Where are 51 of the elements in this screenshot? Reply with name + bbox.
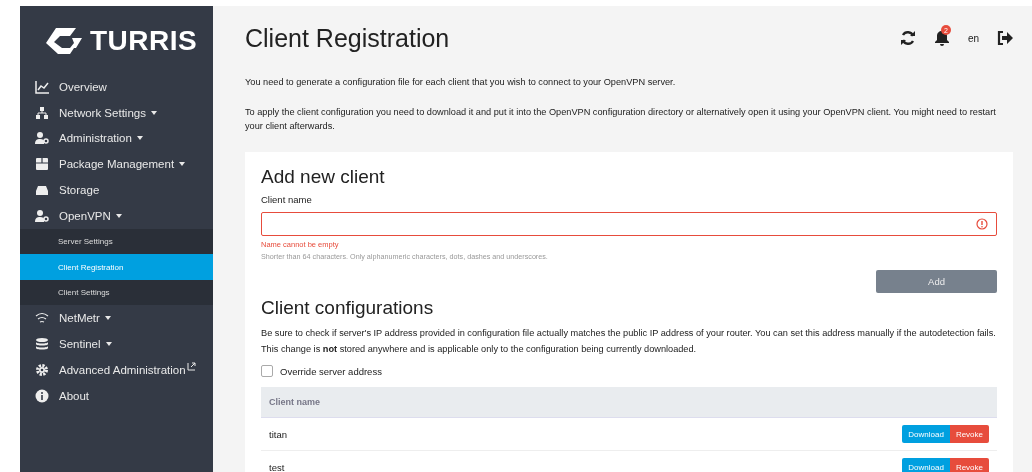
caret-icon (149, 110, 158, 115)
language-link[interactable]: en (967, 32, 979, 44)
table-cell: titan (269, 428, 287, 440)
table-cell: test (269, 461, 285, 472)
checkbox[interactable] (261, 365, 273, 377)
sidebar-item[interactable]: NetMetr (20, 305, 213, 332)
sidebar-item[interactable]: Advanced Administration (20, 356, 213, 383)
input-field[interactable] (261, 212, 997, 236)
bell-icon (933, 30, 950, 46)
intro-text: To apply the client configuration you need to download it and put it into the OpenVPN configuration directory or alternatively open it using your OpenVPN client. You might need to restart your client afterwards. (245, 106, 997, 133)
chart-icon (35, 79, 49, 94)
sidebar-item[interactable]: Sentinel (20, 331, 213, 357)
wifi-icon (35, 311, 49, 326)
sidebar-subitem[interactable]: Client Settings (20, 279, 213, 306)
caret-icon (114, 213, 123, 218)
logo-icon (46, 25, 82, 56)
revoke-button[interactable]: Revoke (949, 458, 989, 472)
sidebar-item[interactable]: Storage (20, 177, 213, 203)
network-icon (35, 105, 49, 120)
caret-icon (178, 162, 187, 167)
logout-icon (997, 31, 1013, 45)
drive-icon (35, 183, 49, 198)
info-icon (35, 388, 49, 403)
box-icon (35, 157, 49, 172)
sidebar-subitem[interactable]: Server Settings (20, 228, 213, 255)
database-icon (35, 336, 49, 351)
refresh-icon (899, 30, 916, 46)
gear-icon (35, 362, 49, 377)
sidebar-item[interactable]: About (20, 382, 213, 409)
caret-icon (135, 136, 144, 141)
column-header: Client name (269, 397, 320, 407)
checkbox-label: Override server address (280, 365, 382, 377)
caret-icon (104, 341, 113, 346)
intro-text: You need to generate a configuration file for each client that you wish to connect to your OpenVPN server. (245, 76, 677, 89)
page-title: Client Registration (245, 23, 450, 53)
logo-text: TURRIS (90, 24, 198, 57)
field-label: Client name (261, 194, 313, 205)
user-gear-icon (35, 208, 49, 223)
sidebar-item[interactable]: Network Settings (20, 99, 213, 126)
sidebar-item[interactable]: Administration (20, 125, 213, 152)
external-link-icon (186, 361, 196, 371)
revoke-button[interactable]: Revoke (949, 425, 989, 443)
error-icon (976, 218, 988, 230)
sidebar-item[interactable]: Overview (20, 74, 213, 100)
user-gear-icon (35, 131, 49, 146)
caret-icon (103, 316, 112, 321)
section-title: Add new client (261, 166, 386, 188)
section-title: Client configurations (261, 297, 435, 319)
sidebar-item[interactable]: OpenVPN (20, 203, 213, 229)
sidebar-item[interactable]: Package Management (20, 151, 213, 178)
info-text: Be sure to check if server's IP address provided in configuration file actually matches the public IP address of your router. You can set this address manually if the autodetection fails. This change is not stored anywhere and is applicable only to the configuration being currently downloaded. (261, 327, 997, 356)
